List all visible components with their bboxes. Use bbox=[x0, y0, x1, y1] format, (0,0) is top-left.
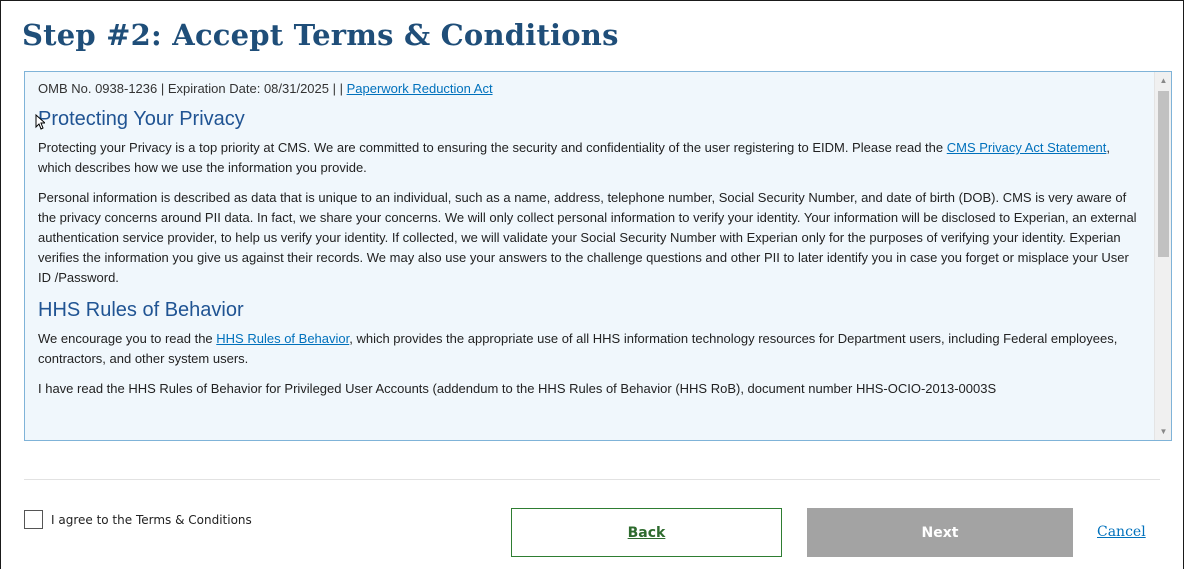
omb-text: OMB No. 0938-1236 | Expiration Date: 08/… bbox=[38, 81, 347, 96]
cancel-link[interactable]: Cancel bbox=[1097, 524, 1146, 540]
privacy-heading: Protecting Your Privacy bbox=[38, 108, 245, 130]
scroll-up-arrow-icon[interactable]: ▲ bbox=[1155, 72, 1171, 89]
agree-row: I agree to the Terms & Conditions bbox=[24, 510, 252, 529]
page-title: Step #2: Accept Terms & Conditions bbox=[22, 18, 619, 52]
hhs-p1-text: We encourage you to read the bbox=[38, 331, 217, 346]
mouse-pointer-icon bbox=[35, 114, 45, 130]
next-button[interactable]: Next bbox=[807, 508, 1073, 557]
hhs-heading: HHS Rules of Behavior bbox=[38, 299, 244, 321]
terms-scroll-box[interactable]: OMB No. 0938-1236 | Expiration Date: 08/… bbox=[24, 71, 1172, 441]
scroll-down-arrow-icon[interactable]: ▼ bbox=[1155, 423, 1171, 440]
terms-content: OMB No. 0938-1236 | Expiration Date: 08/… bbox=[25, 72, 1155, 440]
terms-scrollbar[interactable]: ▲ ▼ bbox=[1154, 72, 1171, 440]
hhs-paragraph-2: I have read the HHS Rules of Behavior fo… bbox=[38, 381, 997, 396]
hhs-paragraph-1: We encourage you to read the HHS Rules o… bbox=[38, 329, 1141, 369]
paperwork-reduction-act-link[interactable]: Paperwork Reduction Act bbox=[347, 81, 493, 96]
omb-line: OMB No. 0938-1236 | Expiration Date: 08/… bbox=[38, 80, 1141, 98]
privacy-p1-text: Protecting your Privacy is a top priorit… bbox=[38, 140, 947, 155]
agree-label[interactable]: I agree to the Terms & Conditions bbox=[51, 513, 252, 527]
divider bbox=[24, 479, 1160, 480]
scroll-thumb[interactable] bbox=[1158, 91, 1169, 257]
privacy-paragraph-1: Protecting your Privacy is a top priorit… bbox=[38, 138, 1141, 178]
back-button[interactable]: Back bbox=[511, 508, 782, 557]
hhs-rules-of-behavior-link[interactable]: HHS Rules of Behavior bbox=[216, 331, 349, 346]
privacy-paragraph-2: Personal information is described as dat… bbox=[38, 190, 1137, 285]
cms-privacy-act-statement-link[interactable]: CMS Privacy Act Statement bbox=[947, 140, 1107, 155]
agree-checkbox[interactable] bbox=[24, 510, 43, 529]
